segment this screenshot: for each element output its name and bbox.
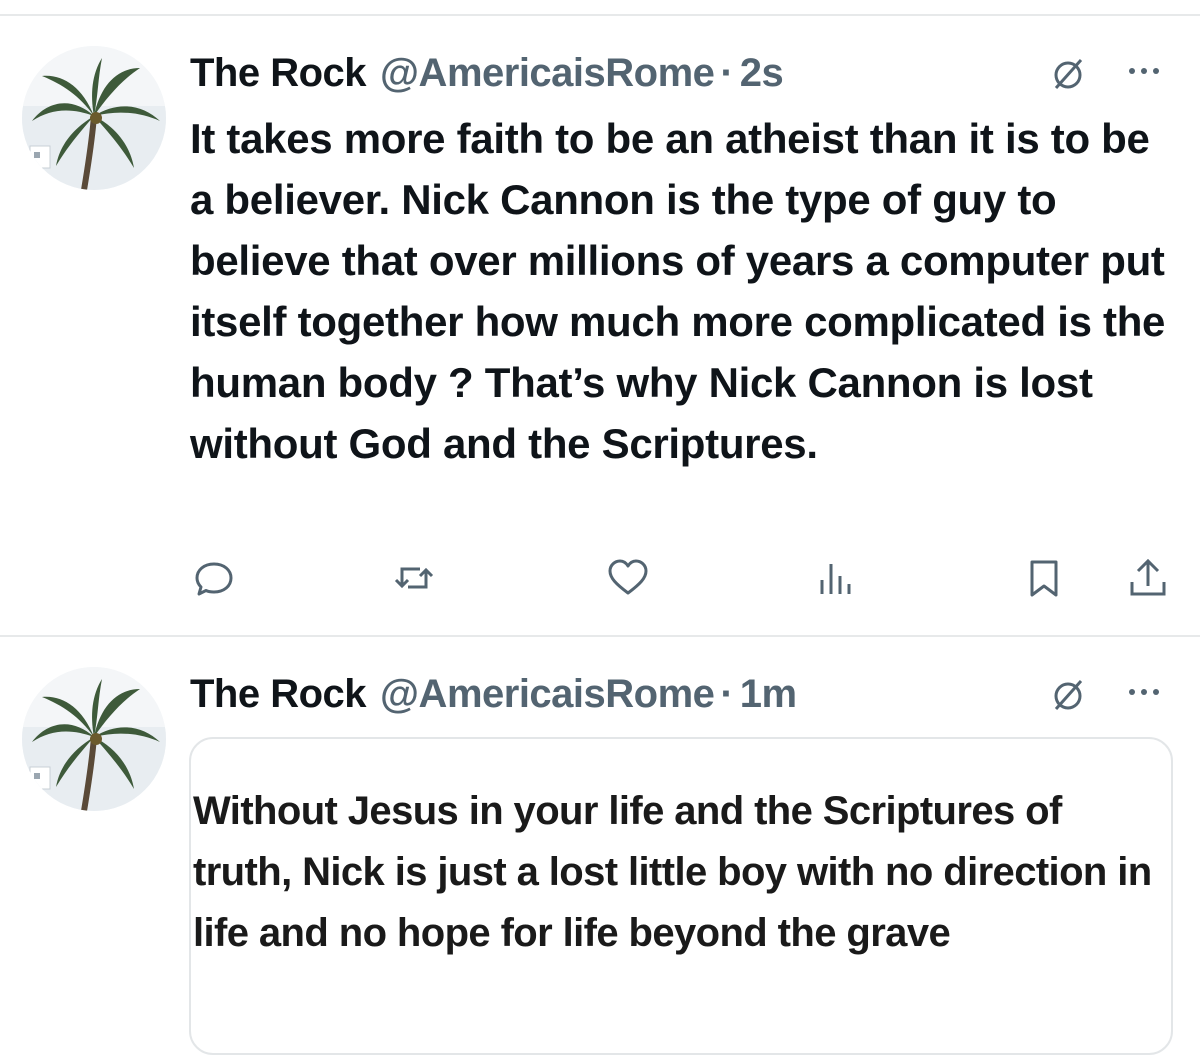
palm-tree-avatar-image [22, 667, 166, 811]
separator: · [720, 50, 734, 95]
reply-icon [195, 562, 233, 596]
avatar[interactable] [22, 46, 166, 190]
views-button[interactable] [814, 556, 858, 600]
grok-icon[interactable] [1048, 54, 1088, 94]
grok-icon[interactable] [1048, 675, 1088, 715]
more-icon[interactable] [1124, 56, 1164, 86]
bookmark-icon [1030, 560, 1058, 597]
repost-button[interactable] [392, 556, 436, 600]
post[interactable]: The Rock @AmericaisRome · 1m Without Jes… [0, 637, 1200, 1061]
post-text: It takes more faith to be an atheist tha… [190, 115, 1166, 467]
palm-tree-avatar-image [22, 46, 166, 190]
post[interactable]: The Rock @AmericaisRome · 2s It takes mo… [0, 16, 1200, 635]
post-header: The Rock @AmericaisRome · 2s [190, 46, 1170, 100]
more-icon[interactable] [1124, 677, 1164, 707]
author-handle[interactable]: @AmericaisRome [380, 51, 715, 96]
avatar[interactable] [22, 667, 166, 811]
bookmark-button[interactable] [1022, 556, 1066, 600]
post-actions [186, 556, 1176, 600]
attached-image-card[interactable]: Without Jesus in your life and the Scrip… [189, 737, 1173, 1055]
like-icon [608, 559, 648, 595]
repost-icon [394, 567, 434, 589]
share-button[interactable] [1126, 556, 1170, 600]
views-icon [820, 564, 851, 594]
separator: · [720, 671, 734, 716]
author-handle[interactable]: @AmericaisRome [380, 672, 715, 717]
post-header: The Rock @AmericaisRome · 1m [190, 667, 1170, 721]
image-text: Without Jesus in your life and the Scrip… [193, 789, 1152, 955]
share-icon [1130, 558, 1166, 596]
like-button[interactable] [606, 556, 650, 600]
timestamp[interactable]: 1m [740, 672, 797, 717]
author-name[interactable]: The Rock [190, 51, 367, 96]
author-name[interactable]: The Rock [190, 672, 367, 717]
timestamp[interactable]: 2s [740, 51, 784, 96]
reply-button[interactable] [192, 556, 236, 600]
